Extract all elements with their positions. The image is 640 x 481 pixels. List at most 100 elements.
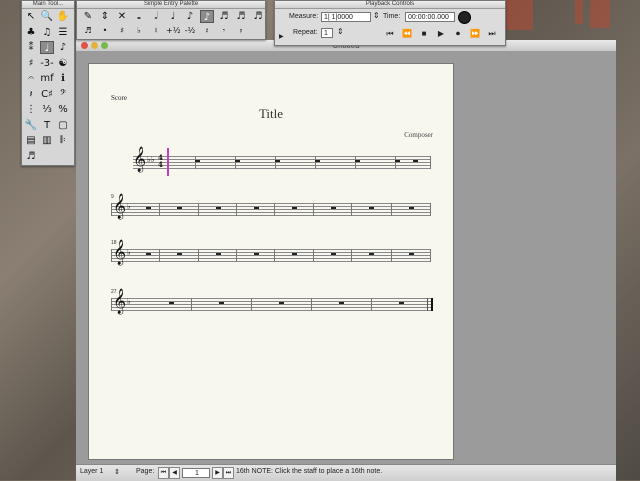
whole-rest[interactable] xyxy=(146,207,151,209)
transport-button[interactable]: ▶ xyxy=(434,28,448,40)
transport-button[interactable]: ⏮ xyxy=(383,28,397,40)
simple-entry-tool-button[interactable]: ⇕ xyxy=(98,10,112,23)
staff-system-1[interactable]: 𝄞 ♭♭ 44 xyxy=(133,148,431,176)
whole-rest[interactable] xyxy=(339,302,344,304)
whole-rest[interactable] xyxy=(177,207,182,209)
main-tool-button[interactable]: ⅓ xyxy=(40,103,54,116)
first-page-button[interactable]: ⏮ xyxy=(158,467,169,479)
whole-rest[interactable] xyxy=(292,207,297,209)
simple-entry-tool-button[interactable]: 𝄽 xyxy=(200,24,214,37)
main-tool-button[interactable]: 𝄆 xyxy=(56,134,70,147)
main-tool-button[interactable]: ☯ xyxy=(56,57,70,70)
whole-rest[interactable] xyxy=(169,302,174,304)
whole-rest[interactable] xyxy=(216,253,221,255)
simple-entry-tool-button[interactable]: ♬ xyxy=(81,24,95,37)
staff-system-2[interactable]: 9 𝄞 ♭ xyxy=(111,194,431,218)
main-tool-button[interactable]: 𝄐 xyxy=(24,72,38,85)
whole-rest[interactable] xyxy=(355,160,360,162)
main-tool-button[interactable]: ▢ xyxy=(56,119,70,132)
next-page-button[interactable]: ▶ xyxy=(212,467,223,479)
whole-rest[interactable] xyxy=(409,253,414,255)
transport-button[interactable]: ⏭ xyxy=(485,28,499,40)
main-tool-button[interactable]: ⋮ xyxy=(24,103,38,116)
whole-rest[interactable] xyxy=(235,160,240,162)
main-tool-button[interactable]: ℹ xyxy=(56,72,70,85)
whole-rest[interactable] xyxy=(395,160,400,162)
whole-rest[interactable] xyxy=(331,253,336,255)
repeat-stepper-icon[interactable]: ⇕ xyxy=(337,27,344,36)
main-tool-button[interactable]: ▥ xyxy=(40,134,54,147)
composer-text[interactable]: Composer xyxy=(404,131,433,139)
whole-rest[interactable] xyxy=(275,160,280,162)
whole-rest[interactable] xyxy=(369,253,374,255)
main-tool-button[interactable]: T xyxy=(40,119,54,132)
measure-stepper-icon[interactable]: ⇕ xyxy=(373,11,380,20)
repeat-field[interactable]: 1 xyxy=(321,28,333,38)
simple-entry-tool-button[interactable]: -½ xyxy=(183,24,197,37)
whole-rest[interactable] xyxy=(195,160,200,162)
main-tool-button[interactable]: ✋ xyxy=(56,10,70,23)
main-tool-button[interactable]: ↖ xyxy=(24,10,38,23)
simple-entry-tool-button[interactable]: ♬ xyxy=(234,10,248,23)
whole-rest[interactable] xyxy=(369,207,374,209)
simple-entry-tool-button[interactable]: 𝅝 xyxy=(132,10,146,23)
simple-entry-tool-button[interactable]: ♮ xyxy=(149,24,163,37)
main-tool-button[interactable]: ♫ xyxy=(40,26,54,39)
transport-button[interactable]: ⏺ xyxy=(451,28,465,40)
simple-entry-tool-button[interactable]: ♩ xyxy=(166,10,180,23)
page-number-field[interactable]: 1 xyxy=(182,468,210,478)
simple-entry-tool-button[interactable]: ♬ xyxy=(251,10,265,23)
main-tool-button[interactable]: 𝄢 xyxy=(56,88,70,101)
whole-rest[interactable] xyxy=(315,160,320,162)
whole-rest[interactable] xyxy=(331,207,336,209)
simple-entry-tool-button[interactable]: ♪ xyxy=(200,10,214,23)
main-tool-button[interactable]: ☰ xyxy=(56,26,70,39)
whole-rest[interactable] xyxy=(254,207,259,209)
main-tool-button[interactable]: ♪ xyxy=(56,41,70,54)
main-tool-button[interactable]: ♩ xyxy=(40,41,54,54)
simple-entry-tool-button[interactable]: ♯ xyxy=(115,24,129,37)
simple-entry-tool-button[interactable]: +½ xyxy=(166,24,180,37)
simple-entry-tool-button[interactable]: 𝄿 xyxy=(234,24,248,37)
measure-field[interactable]: 1| 1|0000 xyxy=(321,12,371,22)
main-tool-button[interactable]: ♯ xyxy=(24,57,38,70)
whole-rest[interactable] xyxy=(279,302,284,304)
disclosure-triangle-icon[interactable]: ▶ xyxy=(279,33,284,40)
score-pane[interactable]: Score Title Composer 𝄞 ♭♭ 44 9 𝄞 ♭ 18 𝄞 … xyxy=(76,51,616,464)
main-tool-button[interactable]: C♯ xyxy=(40,88,54,101)
main-tool-button[interactable]: -3- xyxy=(40,57,54,70)
simple-entry-tool-button[interactable]: ♭ xyxy=(132,24,146,37)
whole-rest[interactable] xyxy=(409,207,414,209)
simple-entry-tool-button[interactable]: ♬ xyxy=(217,10,231,23)
simple-entry-tool-button[interactable]: 𝄾 xyxy=(217,24,231,37)
layer-select-arrow-icon[interactable]: ⇕ xyxy=(114,468,120,476)
main-tool-button[interactable]: 🔍 xyxy=(40,10,54,23)
whole-rest[interactable] xyxy=(216,207,221,209)
whole-rest[interactable] xyxy=(413,160,418,162)
clock-icon[interactable] xyxy=(458,11,471,24)
main-tool-button[interactable]: 𝄽 xyxy=(24,88,38,101)
transport-button[interactable]: ⏪ xyxy=(400,28,414,40)
simple-entry-tool-button[interactable]: • xyxy=(98,24,112,37)
main-tool-button[interactable]: mf xyxy=(40,72,54,85)
main-tool-button[interactable]: ⁑ xyxy=(24,41,38,54)
main-tool-button[interactable]: ♬ xyxy=(24,150,38,163)
main-tool-button[interactable]: ▤ xyxy=(24,134,38,147)
simple-entry-tool-button[interactable]: ✎ xyxy=(81,10,95,23)
transport-button[interactable]: ⏩ xyxy=(468,28,482,40)
whole-rest[interactable] xyxy=(254,253,259,255)
time-field[interactable]: 00:00:00.000 xyxy=(405,12,455,22)
layer-select[interactable]: Layer 1 xyxy=(80,468,103,475)
simple-entry-tool-button[interactable]: ✕ xyxy=(115,10,129,23)
score-title[interactable]: Title xyxy=(89,106,453,122)
main-tool-button[interactable]: % xyxy=(56,103,70,116)
whole-rest[interactable] xyxy=(292,253,297,255)
prev-page-button[interactable]: ◀ xyxy=(169,467,180,479)
whole-rest[interactable] xyxy=(146,253,151,255)
score-page[interactable]: Score Title Composer 𝄞 ♭♭ 44 9 𝄞 ♭ 18 𝄞 … xyxy=(88,63,454,460)
whole-rest[interactable] xyxy=(219,302,224,304)
transport-button[interactable]: ■ xyxy=(417,28,431,40)
main-tool-button[interactable]: ♣ xyxy=(24,26,38,39)
simple-entry-tool-button[interactable]: ♪ xyxy=(183,10,197,23)
staff-system-3[interactable]: 18 𝄞 ♭ xyxy=(111,240,431,264)
